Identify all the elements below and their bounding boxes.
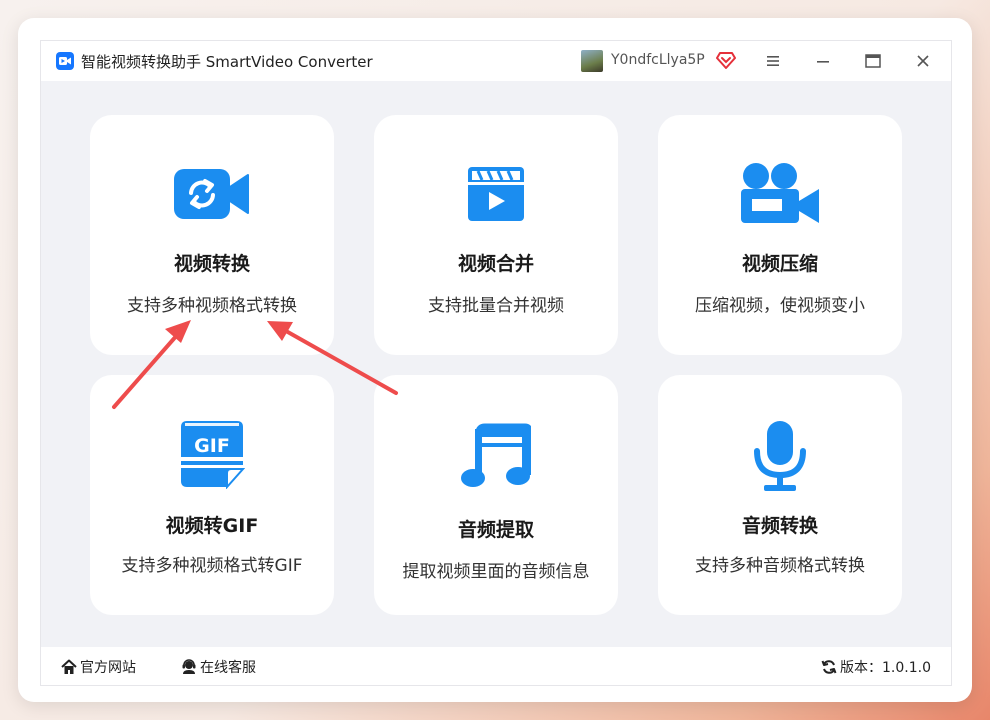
video-convert-icon — [174, 169, 249, 219]
close-icon[interactable] — [913, 51, 933, 71]
tile-title: 音频提取 — [457, 519, 534, 541]
tile-desc: 提取视频里面的音频信息 — [402, 562, 590, 582]
tile-title: 音频转换 — [741, 515, 818, 537]
vip-diamond-icon[interactable] — [716, 50, 736, 70]
tile-video-merge[interactable]: 视频合并 支持批量合并视频 — [374, 115, 618, 355]
app-title: 智能视频转换助手 SmartVideo Converter — [81, 53, 373, 71]
music-note-icon — [461, 423, 531, 487]
tile-desc: 支持多种视频格式转换 — [127, 296, 297, 316]
feature-grid: 视频转换 支持多种视频格式转换 视频合并 支持批量合并视频 视频压缩 压缩视频，… — [41, 81, 951, 647]
support-link[interactable]: 在线客服 — [181, 657, 256, 677]
svg-text:GIF: GIF — [194, 435, 230, 457]
tile-video-to-gif[interactable]: GIF 视频转GIF 支持多种视频格式转GIF — [90, 375, 334, 615]
tile-desc: 支持批量合并视频 — [428, 296, 564, 316]
tile-title: 视频转换 — [173, 253, 250, 275]
customer-service-icon — [182, 659, 196, 674]
clapperboard-icon — [468, 167, 524, 221]
username[interactable]: Y0ndfcLlya5P — [611, 52, 705, 68]
menu-icon[interactable] — [763, 51, 783, 71]
tile-desc: 支持多种音频格式转换 — [695, 556, 865, 576]
refresh-icon — [821, 660, 837, 674]
website-link[interactable]: 官方网站 — [61, 657, 136, 677]
app-window: 智能视频转换助手 SmartVideo Converter Y0ndfcLlya… — [40, 40, 952, 686]
video-camera-icon — [741, 163, 819, 223]
tile-title: 视频转GIF — [165, 515, 259, 537]
avatar[interactable] — [581, 50, 603, 72]
tile-title: 视频合并 — [457, 253, 534, 275]
tile-audio-convert[interactable]: 音频转换 支持多种音频格式转换 — [658, 375, 902, 615]
tile-title: 视频压缩 — [741, 253, 818, 275]
tile-audio-extract[interactable]: 音频提取 提取视频里面的音频信息 — [374, 375, 618, 615]
version-info[interactable]: 版本：1.0.1.0 — [821, 657, 931, 677]
home-icon — [61, 659, 77, 674]
version-label: 版本：1.0.1.0 — [840, 660, 931, 676]
minimize-icon[interactable] — [813, 51, 833, 71]
footer-bar: 官方网站 在线客服 版本：1.0.1.0 — [41, 647, 951, 685]
tile-desc: 压缩视频，使视频变小 — [695, 296, 865, 316]
gif-file-icon: GIF — [181, 421, 245, 489]
tile-video-convert[interactable]: 视频转换 支持多种视频格式转换 — [90, 115, 334, 355]
tile-desc: 支持多种视频格式转GIF — [121, 556, 303, 576]
support-label: 在线客服 — [200, 660, 256, 676]
website-label: 官方网站 — [80, 660, 136, 676]
tile-video-compress[interactable]: 视频压缩 压缩视频，使视频变小 — [658, 115, 902, 355]
maximize-icon[interactable] — [863, 51, 883, 71]
title-bar: 智能视频转换助手 SmartVideo Converter Y0ndfcLlya… — [41, 41, 951, 81]
app-logo-icon — [56, 52, 74, 70]
microphone-icon — [754, 421, 806, 491]
